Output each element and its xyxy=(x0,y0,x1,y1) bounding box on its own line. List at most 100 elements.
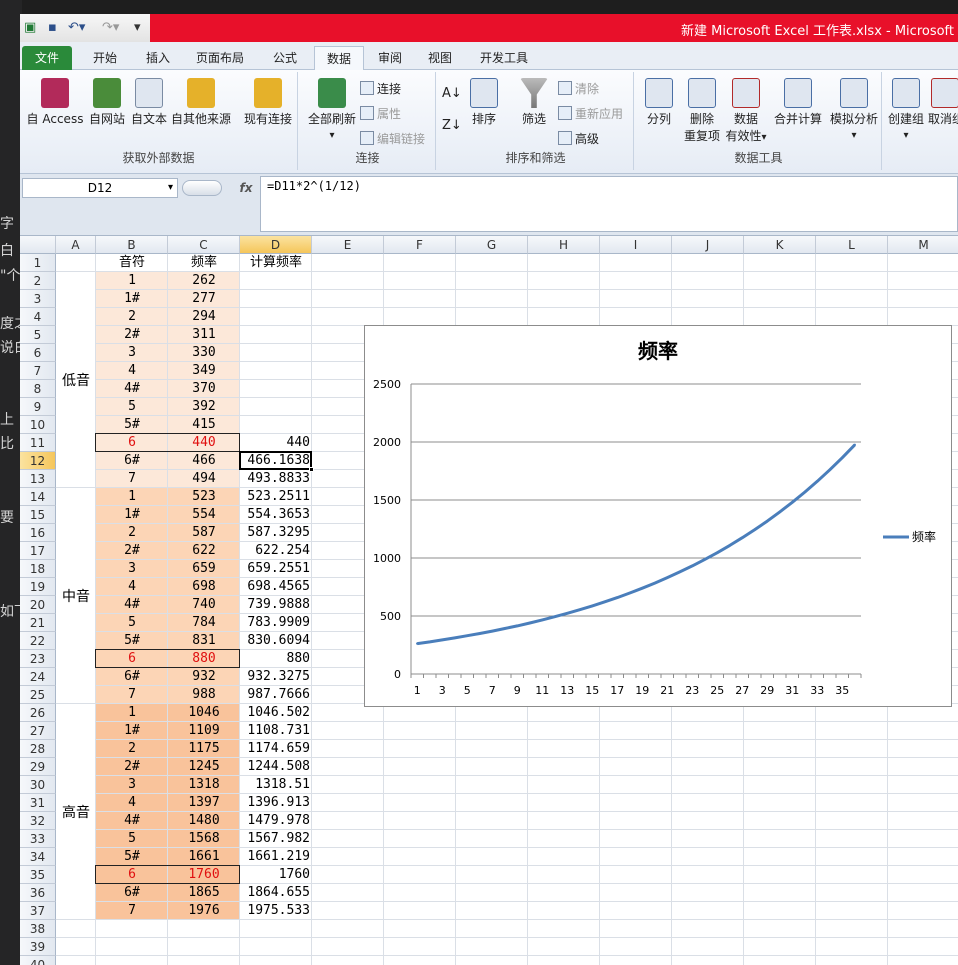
note-cell[interactable]: 4 xyxy=(96,794,168,812)
filter-button[interactable]: 筛选 xyxy=(514,78,554,127)
frequency-cell[interactable]: 659 xyxy=(168,560,240,578)
calculated-frequency-cell[interactable] xyxy=(240,380,312,398)
frequency-cell[interactable]: 392 xyxy=(168,398,240,416)
note-cell[interactable]: 3 xyxy=(96,560,168,578)
tab-8[interactable]: 开发工具 xyxy=(466,46,542,70)
calculated-frequency-cell[interactable] xyxy=(240,362,312,380)
select-all-corner[interactable] xyxy=(20,236,56,254)
row-header[interactable]: 18 xyxy=(20,560,56,578)
row-header[interactable]: 34 xyxy=(20,848,56,866)
row-header[interactable]: 23 xyxy=(20,650,56,668)
existing-connections-button[interactable]: 现有连接 xyxy=(240,78,296,127)
column-header-e[interactable]: E xyxy=(312,236,384,254)
column-header-k[interactable]: K xyxy=(744,236,816,254)
ungroup-button[interactable]: 取消组 xyxy=(928,78,958,127)
note-cell[interactable]: 5# xyxy=(96,848,168,866)
header-cell-c[interactable]: 频率 xyxy=(168,254,240,272)
from-access-button[interactable]: 自 Access xyxy=(24,78,86,127)
frequency-cell[interactable]: 740 xyxy=(168,596,240,614)
tab-6[interactable]: 审阅 xyxy=(368,46,412,70)
calculated-frequency-cell[interactable]: 1479.978 xyxy=(240,812,312,830)
row-header[interactable]: 36 xyxy=(20,884,56,902)
undo-icon[interactable]: ↶▾ xyxy=(68,19,85,37)
calculated-frequency-cell[interactable] xyxy=(240,398,312,416)
frequency-cell[interactable]: 1397 xyxy=(168,794,240,812)
frequency-cell[interactable]: 554 xyxy=(168,506,240,524)
from-text-button[interactable]: 自文本 xyxy=(126,78,172,127)
active-cell-border[interactable] xyxy=(239,451,312,470)
row-header[interactable]: 14 xyxy=(20,488,56,506)
fill-handle[interactable] xyxy=(309,467,314,472)
frequency-cell[interactable]: 784 xyxy=(168,614,240,632)
row-header[interactable]: 20 xyxy=(20,596,56,614)
row-header[interactable]: 24 xyxy=(20,668,56,686)
what-if-analysis-button[interactable]: 模拟分析 ▾ xyxy=(826,78,882,141)
note-cell[interactable]: 6# xyxy=(96,452,168,470)
row-header[interactable]: 17 xyxy=(20,542,56,560)
column-header-h[interactable]: H xyxy=(528,236,600,254)
frequency-cell[interactable]: 330 xyxy=(168,344,240,362)
note-cell[interactable]: 5# xyxy=(96,416,168,434)
name-box[interactable]: D12 ▾ xyxy=(22,178,178,198)
frequency-cell[interactable]: 1976 xyxy=(168,902,240,920)
note-cell[interactable]: 4# xyxy=(96,596,168,614)
header-cell-b[interactable]: 音符 xyxy=(96,254,168,272)
column-header-j[interactable]: J xyxy=(672,236,744,254)
remove-duplicates-button[interactable]: 删除 重复项 xyxy=(680,78,724,144)
calculated-frequency-cell[interactable]: 1244.508 xyxy=(240,758,312,776)
refresh-all-button[interactable]: 全部刷新 ▾ xyxy=(304,78,360,141)
row-header[interactable]: 26 xyxy=(20,704,56,722)
group-button[interactable]: 创建组 ▾ xyxy=(886,78,926,141)
row-header[interactable]: 6 xyxy=(20,344,56,362)
save-icon[interactable]: ▪ xyxy=(48,19,57,37)
calculated-frequency-cell[interactable]: 1661.219 xyxy=(240,848,312,866)
frequency-cell[interactable]: 370 xyxy=(168,380,240,398)
consolidate-button[interactable]: 合并计算 xyxy=(770,78,826,127)
note-cell[interactable]: 7 xyxy=(96,470,168,488)
calculated-frequency-cell[interactable]: 830.6094 xyxy=(240,632,312,650)
frequency-cell[interactable]: 466 xyxy=(168,452,240,470)
note-cell[interactable]: 1 xyxy=(96,704,168,722)
data-validation-button[interactable]: 数据 有效性▾ xyxy=(724,78,768,144)
from-other-sources-button[interactable]: 自其他来源 xyxy=(168,78,234,127)
frequency-cell[interactable]: 1109 xyxy=(168,722,240,740)
row-header[interactable]: 32 xyxy=(20,812,56,830)
column-header-d[interactable]: D xyxy=(240,236,312,254)
calculated-frequency-cell[interactable]: 587.3295 xyxy=(240,524,312,542)
calculated-frequency-cell[interactable]: 1174.659 xyxy=(240,740,312,758)
row-header[interactable]: 30 xyxy=(20,776,56,794)
row-header[interactable]: 8 xyxy=(20,380,56,398)
calculated-frequency-cell[interactable]: 880 xyxy=(240,650,312,668)
row-header[interactable]: 37 xyxy=(20,902,56,920)
frequency-cell[interactable]: 831 xyxy=(168,632,240,650)
reapply-button[interactable]: 重新应用 xyxy=(558,105,623,122)
calculated-frequency-cell[interactable] xyxy=(240,272,312,290)
note-cell[interactable]: 5 xyxy=(96,614,168,632)
formula-input[interactable]: =D11*2^(1/12) xyxy=(260,176,958,232)
frequency-cell[interactable]: 988 xyxy=(168,686,240,704)
header-cell-d[interactable]: 计算频率 xyxy=(240,254,312,272)
calculated-frequency-cell[interactable]: 622.254 xyxy=(240,542,312,560)
tab-5[interactable]: 数据 xyxy=(314,46,364,70)
row-header[interactable]: 27 xyxy=(20,722,56,740)
column-header-g[interactable]: G xyxy=(456,236,528,254)
frequency-cell[interactable]: 1661 xyxy=(168,848,240,866)
frequency-cell[interactable]: 622 xyxy=(168,542,240,560)
row-header[interactable]: 13 xyxy=(20,470,56,488)
calculated-frequency-cell[interactable]: 1108.731 xyxy=(240,722,312,740)
row-header[interactable]: 16 xyxy=(20,524,56,542)
formula-bar-splitter[interactable] xyxy=(182,180,222,196)
calculated-frequency-cell[interactable]: 1864.655 xyxy=(240,884,312,902)
row-header[interactable]: 35 xyxy=(20,866,56,884)
note-cell[interactable]: 2 xyxy=(96,308,168,326)
calculated-frequency-cell[interactable]: 493.8833 xyxy=(240,470,312,488)
calculated-frequency-cell[interactable]: 783.9909 xyxy=(240,614,312,632)
note-cell[interactable]: 1# xyxy=(96,290,168,308)
note-cell[interactable]: 2 xyxy=(96,740,168,758)
sort-descending-icon[interactable]: Z↓ xyxy=(442,118,462,133)
note-cell[interactable]: 6# xyxy=(96,668,168,686)
row-header[interactable]: 33 xyxy=(20,830,56,848)
frequency-cell[interactable]: 349 xyxy=(168,362,240,380)
note-cell[interactable]: 2# xyxy=(96,326,168,344)
clear-button[interactable]: 清除 xyxy=(558,80,599,97)
